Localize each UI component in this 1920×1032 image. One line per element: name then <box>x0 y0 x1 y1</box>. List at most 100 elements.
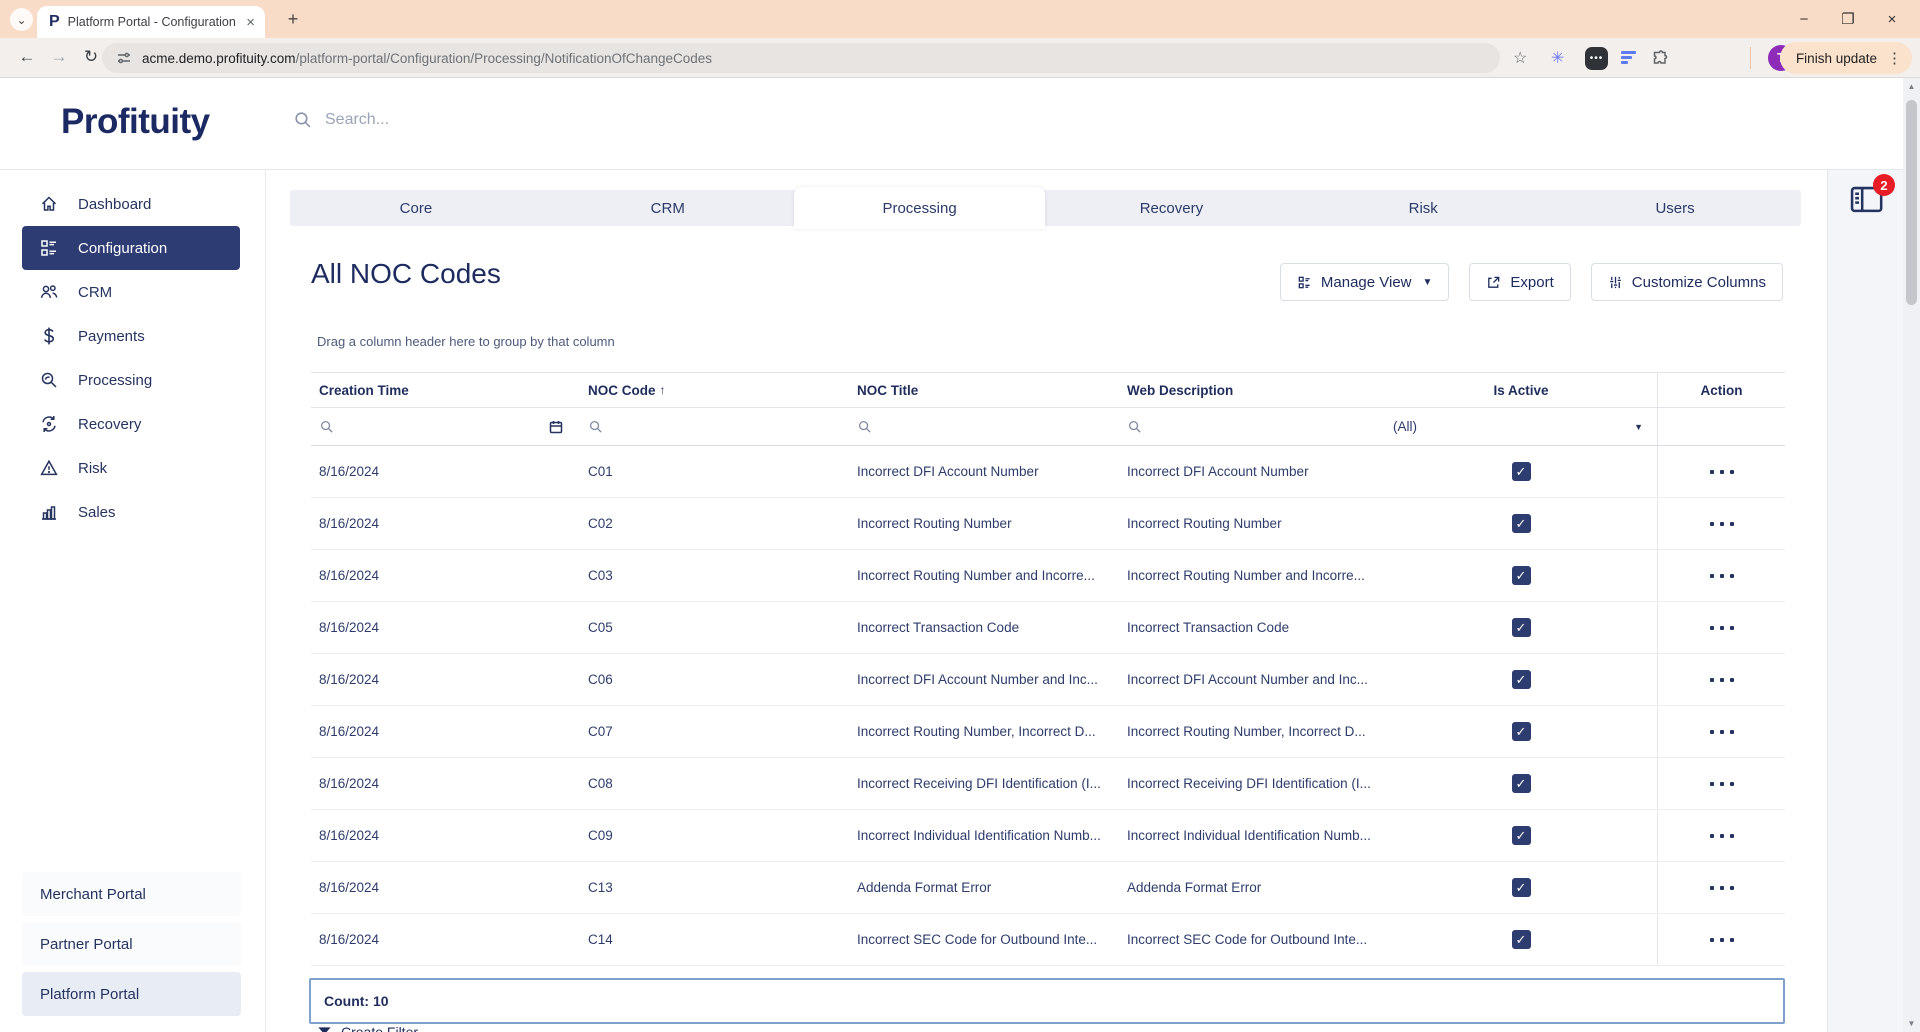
tab-risk[interactable]: Risk <box>1297 190 1549 226</box>
cell-noc-code: C06 <box>588 672 613 687</box>
row-actions-menu-icon[interactable] <box>1709 625 1734 630</box>
tab-crm[interactable]: CRM <box>542 190 794 226</box>
tab-recovery[interactable]: Recovery <box>1045 190 1297 226</box>
row-actions-menu-icon[interactable] <box>1709 573 1734 578</box>
bookmark-star-icon[interactable]: ☆ <box>1513 48 1527 68</box>
cell-is-active: ✓ <box>1385 602 1657 653</box>
is-active-checkbox[interactable]: ✓ <box>1511 670 1531 689</box>
tab-core[interactable]: Core <box>290 190 542 226</box>
url-path: /platform-portal/Configuration/Processin… <box>295 50 713 66</box>
window-restore-icon[interactable]: ❐ <box>1826 0 1870 38</box>
sidebar: Dashboard Configuration CRM Payments Process… <box>0 170 266 1032</box>
new-tab-button[interactable]: + <box>282 8 304 30</box>
sidebar-item-sales[interactable]: Sales <box>22 490 240 534</box>
is-active-checkbox[interactable]: ✓ <box>1511 514 1531 533</box>
is-active-checkbox[interactable]: ✓ <box>1511 878 1531 897</box>
back-icon[interactable]: ← <box>16 47 38 67</box>
right-rail: 2 <box>1827 170 1903 1032</box>
window-close-icon[interactable]: × <box>1870 0 1914 38</box>
row-actions-menu-icon[interactable] <box>1709 781 1734 786</box>
is-active-checkbox[interactable]: ✓ <box>1511 566 1531 585</box>
column-header-noc-title[interactable]: NOC Title <box>849 373 1119 407</box>
is-active-checkbox[interactable]: ✓ <box>1511 826 1531 845</box>
dollar-icon <box>39 326 59 346</box>
extension-snowflake-icon[interactable]: ✳ <box>1551 48 1564 68</box>
cell-web-description: Incorrect Receiving DFI Identification (… <box>1127 776 1371 791</box>
search-input[interactable]: Search... <box>293 110 389 129</box>
dropdown-caret-icon: ▼ <box>1634 421 1643 432</box>
sidebar-item-dashboard[interactable]: Dashboard <box>22 182 240 226</box>
sidebar-item-label: Processing <box>78 371 153 389</box>
is-active-checkbox[interactable]: ✓ <box>1511 618 1531 637</box>
cell-noc-title: Incorrect Routing Number and Incorre... <box>857 568 1095 583</box>
row-actions-menu-icon[interactable] <box>1709 521 1734 526</box>
sidebar-item-recovery[interactable]: Recovery <box>22 402 240 446</box>
site-settings-icon[interactable] <box>116 50 132 66</box>
extension-bars-icon[interactable] <box>1621 51 1636 64</box>
scroll-down-icon[interactable]: ▼ <box>1903 1015 1920 1032</box>
browser-tab[interactable]: P Platform Portal - Configuration × <box>37 6 265 38</box>
sidebar-item-payments[interactable]: Payments <box>22 314 240 358</box>
sidebar-item-crm[interactable]: CRM <box>22 270 240 314</box>
filter-noc-title[interactable] <box>849 408 1119 445</box>
is-active-checkbox[interactable]: ✓ <box>1511 462 1531 481</box>
cell-noc-code: C07 <box>588 724 613 739</box>
filter-action-cell <box>1657 408 1785 445</box>
row-actions-menu-icon[interactable] <box>1709 885 1734 890</box>
window-minimize-icon[interactable]: − <box>1782 0 1826 38</box>
side-panel-button[interactable]: 2 <box>1847 174 1895 217</box>
cell-web-description: Incorrect DFI Account Number and Inc... <box>1127 672 1368 687</box>
module-tab-bar: Core CRM Processing Recovery Risk Users <box>290 187 1801 229</box>
partner-portal-link[interactable]: Partner Portal <box>22 922 241 966</box>
forward-icon[interactable]: → <box>48 47 70 67</box>
address-bar[interactable]: acme.demo.profituity.com/platform-portal… <box>102 43 1500 73</box>
is-active-checkbox[interactable]: ✓ <box>1511 722 1531 741</box>
customize-columns-button[interactable]: Customize Columns <box>1590 263 1783 301</box>
extensions-puzzle-icon[interactable] <box>1651 49 1669 67</box>
sidebar-item-configuration[interactable]: Configuration <box>22 226 240 270</box>
row-actions-menu-icon[interactable] <box>1709 833 1734 838</box>
tab-close-icon[interactable]: × <box>246 15 255 30</box>
cell-web-description: Incorrect Routing Number <box>1127 516 1282 531</box>
row-actions-menu-icon[interactable] <box>1709 469 1734 474</box>
is-active-checkbox[interactable]: ✓ <box>1511 930 1531 949</box>
row-actions-menu-icon[interactable] <box>1709 677 1734 682</box>
export-button[interactable]: Export <box>1469 263 1571 301</box>
tab-users[interactable]: Users <box>1549 190 1801 226</box>
filter-web-description[interactable] <box>1119 408 1385 445</box>
page-scrollbar[interactable]: ▲ ▼ <box>1903 78 1920 1032</box>
filter-noc-code[interactable] <box>580 408 849 445</box>
manage-view-button[interactable]: Manage View ▼ <box>1279 263 1450 301</box>
tab-search-chevron-icon[interactable]: ⌄ <box>10 8 33 31</box>
row-actions-menu-icon[interactable] <box>1709 937 1734 942</box>
finish-update-button[interactable]: Finish update ⋮ <box>1779 42 1912 74</box>
sidebar-item-label: Dashboard <box>78 195 152 213</box>
people-icon <box>39 282 59 302</box>
column-header-web-description[interactable]: Web Description <box>1119 373 1385 407</box>
sidebar-item-risk[interactable]: Risk <box>22 446 240 490</box>
table-row: 8/16/2024 C13 Addenda Format Error Addenda … <box>311 862 1785 914</box>
cell-action <box>1657 446 1785 497</box>
scrollbar-thumb[interactable] <box>1906 100 1917 305</box>
extension-dots-icon[interactable]: ••• <box>1585 47 1608 70</box>
platform-portal-link[interactable]: Platform Portal <box>22 972 241 1016</box>
browser-menu-kebab-icon[interactable]: ⋮ <box>1887 49 1902 67</box>
reload-icon[interactable]: ↻ <box>80 47 102 67</box>
tab-processing[interactable]: Processing <box>793 187 1046 229</box>
column-header-noc-code[interactable]: NOC Code ↑ <box>580 373 849 407</box>
sidebar-item-processing[interactable]: Processing <box>22 358 240 402</box>
app-logo[interactable]: Profituity <box>61 102 210 142</box>
cell-web-description: Incorrect Routing Number and Incorre... <box>1127 568 1365 583</box>
column-header-is-active[interactable]: Is Active <box>1385 373 1657 407</box>
calendar-icon[interactable] <box>548 419 564 435</box>
create-filter-button[interactable]: Create Filter <box>317 1024 418 1032</box>
scroll-up-icon[interactable]: ▲ <box>1903 78 1920 95</box>
filter-creation-time[interactable] <box>311 408 580 445</box>
merchant-portal-link[interactable]: Merchant Portal <box>22 872 241 916</box>
column-header-action: Action <box>1657 373 1785 407</box>
filter-is-active-dropdown[interactable]: (All) ▼ <box>1385 408 1657 445</box>
row-actions-menu-icon[interactable] <box>1709 729 1734 734</box>
column-header-creation-time[interactable]: Creation Time <box>311 373 580 407</box>
is-active-checkbox[interactable]: ✓ <box>1511 774 1531 793</box>
favicon: P <box>49 13 60 30</box>
